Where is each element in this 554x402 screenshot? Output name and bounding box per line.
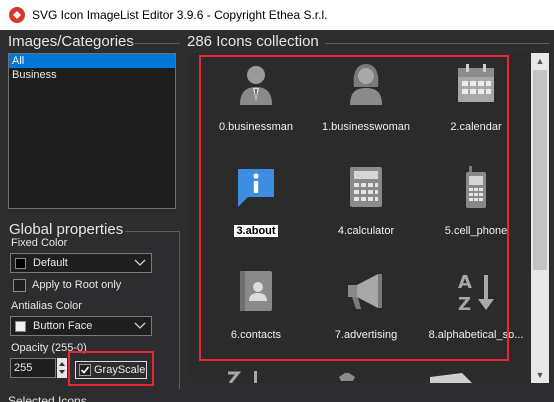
opacity-spinner[interactable] [57, 358, 67, 378]
opacity-input[interactable]: 255 [10, 358, 56, 378]
group-border [132, 43, 180, 44]
group-border [179, 231, 180, 389]
partial-icon [228, 371, 257, 383]
fixed-color-label: Fixed Color [11, 237, 68, 249]
category-item-all[interactable]: All [9, 54, 175, 68]
highlight-box-grayscale [68, 351, 154, 386]
highlight-box-icons [199, 55, 509, 361]
chevron-down-icon [134, 322, 146, 329]
title-bar: SVG Icon ImageList Editor 3.9.6 - Copyri… [0, 0, 554, 30]
antialias-color-dropdown[interactable]: Button Face [10, 316, 152, 336]
antialias-color-label: Antialias Color [11, 300, 82, 312]
icons-collection-title: 286 Icons collection [187, 33, 319, 50]
scrollbar-thumb[interactable] [533, 70, 547, 270]
fixed-color-dropdown[interactable]: Default [10, 253, 152, 273]
scroll-down-arrow-icon[interactable]: ▼ [531, 367, 549, 383]
category-item-business[interactable]: Business [9, 68, 175, 82]
color-swatch [15, 321, 26, 332]
group-border [125, 231, 180, 232]
selected-icons-label: Selected Icons [8, 394, 87, 402]
partial-icon [430, 373, 472, 383]
group-border [325, 43, 549, 44]
categories-group-title: Images/Categories [8, 33, 134, 50]
color-swatch [15, 258, 26, 269]
global-properties-title: Global properties [9, 221, 124, 238]
partial-icon [339, 373, 355, 381]
scroll-up-arrow-icon[interactable]: ▲ [531, 53, 549, 69]
chevron-down-icon [134, 259, 146, 266]
svg-app-icon [9, 7, 25, 23]
categories-list[interactable]: All Business [8, 53, 176, 209]
apply-root-checkbox[interactable] [13, 279, 26, 292]
fixed-color-value: Default [33, 257, 68, 269]
apply-root-label: Apply to Root only [32, 279, 122, 291]
antialias-color-value: Button Face [33, 320, 93, 332]
window-title: SVG Icon ImageList Editor 3.9.6 - Copyri… [32, 8, 328, 22]
